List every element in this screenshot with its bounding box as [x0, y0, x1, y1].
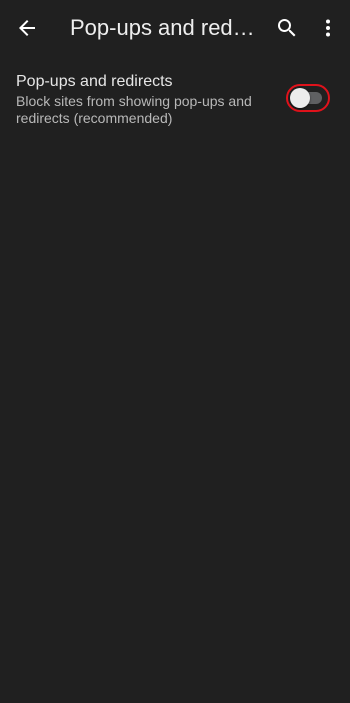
back-button[interactable]: [7, 8, 47, 48]
setting-description: Block sites from showing pop-ups and red…: [16, 93, 252, 126]
toggle-thumb: [290, 88, 310, 108]
arrow-left-icon: [19, 20, 35, 36]
search-button[interactable]: [267, 8, 307, 48]
setting-title: Pop-ups and redirects: [16, 73, 173, 90]
page-title: Pop-ups and redire...: [70, 15, 256, 40]
search-icon: [278, 19, 296, 37]
more-options-button[interactable]: [314, 8, 342, 48]
more-vert-icon: [326, 19, 330, 37]
popups-toggle-switch[interactable]: [290, 88, 326, 108]
app-bar: Pop-ups and redire...: [0, 0, 350, 56]
